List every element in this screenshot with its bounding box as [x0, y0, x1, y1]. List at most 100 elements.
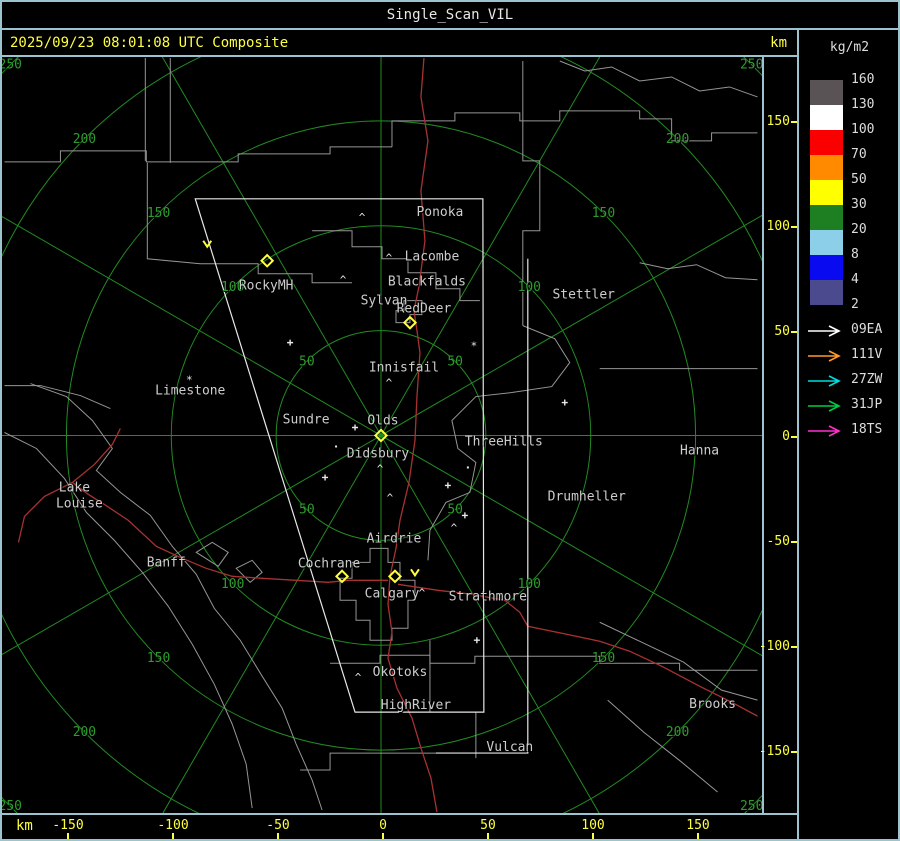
right-axis-label: 0	[782, 429, 790, 444]
city-label: Olds	[367, 414, 398, 429]
ring-label: 250	[2, 58, 22, 73]
bottom-axis-tick	[277, 833, 279, 839]
bottom-axis-tick	[67, 833, 69, 839]
legend-swatch	[810, 230, 843, 255]
station-arrow-icon	[808, 350, 841, 362]
ring-label: 50	[447, 354, 463, 369]
station-arrow-icon	[808, 400, 841, 412]
city-label: Calgary	[365, 586, 420, 601]
legend-swatch	[810, 80, 843, 105]
city-label: Louise	[56, 496, 103, 511]
bottom-axis-tick	[592, 833, 594, 839]
km-unit-top: km	[770, 34, 787, 51]
bottom-axis-label: 100	[581, 818, 605, 833]
ring-label: 50	[299, 503, 315, 518]
timestamp-bar: 2025/09/23 08:01:08 UTC Composite km	[2, 30, 797, 57]
title-bar: Single_Scan_VIL	[2, 2, 898, 30]
ring-label: 100	[221, 577, 244, 592]
station-label: 27ZW	[851, 372, 883, 387]
ring-label: 150	[147, 206, 170, 221]
legend-swatch	[810, 130, 843, 155]
legend-panel: kg/m2 160 130 100 70 50 30 20 8 4 2 09EA 111V 27ZW 31…	[797, 30, 898, 839]
bottom-axis: km -150 -100 -50 0 50 100 150	[2, 813, 797, 839]
right-axis-label: -150	[758, 744, 790, 759]
legend-value: 50	[851, 172, 867, 187]
legend-swatch	[810, 105, 843, 130]
ring-label: 50	[447, 503, 463, 518]
plus-marker	[561, 399, 568, 406]
city-label: Hanna	[680, 443, 719, 458]
city-label: Airdrie	[367, 531, 422, 546]
right-axis-label: 50	[774, 324, 790, 339]
city-label: Lacombe	[405, 250, 460, 265]
legend-swatch	[810, 205, 843, 230]
caret-marker: ^	[419, 586, 426, 599]
legend-swatch	[810, 180, 843, 205]
bottom-axis-tick	[697, 833, 699, 839]
ring-label: 200	[666, 132, 689, 147]
plus-marker	[352, 424, 359, 431]
plus-marker	[444, 482, 451, 489]
caret-marker: ^	[386, 252, 393, 265]
station-label: 18TS	[851, 422, 883, 437]
caret-marker: ^	[355, 671, 362, 684]
legend-value: 160	[851, 72, 875, 87]
station-label: 111V	[851, 347, 883, 362]
page-title: Single_Scan_VIL	[386, 7, 514, 23]
star-marker: *	[471, 340, 478, 353]
plus-marker	[322, 474, 329, 481]
ring-label: 150	[592, 651, 615, 666]
city-label: Innisfail	[369, 361, 439, 376]
right-axis-label: -100	[758, 639, 790, 654]
map-canvas[interactable]: 50 50 50 50 100 100 100 100 150 150 150 150 200 200 20…	[2, 57, 762, 813]
station-row: 111V	[799, 343, 898, 368]
right-axis-label: 150	[766, 114, 790, 129]
bottom-axis-label: -50	[266, 818, 290, 833]
km-unit-bottom: km	[16, 818, 33, 834]
bottom-axis-tick	[172, 833, 174, 839]
station-arrow-icon	[808, 375, 841, 387]
ring-label: 150	[147, 651, 170, 666]
caret-marker: ^	[451, 521, 458, 534]
city-label: RedDeer	[397, 302, 452, 317]
city-label: Didsbury	[347, 446, 410, 461]
city-label: Cochrane	[298, 556, 361, 571]
legend-title: kg/m2	[829, 40, 870, 55]
city-label: Okotoks	[373, 665, 428, 680]
ring-label: 150	[592, 206, 615, 221]
city-label: Strathmore	[449, 589, 527, 604]
legend-value: 4	[851, 272, 859, 287]
station-row: 18TS	[799, 418, 898, 443]
caret-marker: ^	[387, 491, 394, 504]
right-axis: 150 100 50 0 -50 -100 -150	[758, 57, 799, 813]
caret-marker: ^	[359, 211, 366, 224]
caret-marker: ^	[340, 274, 347, 287]
station-arrow-icon	[808, 425, 841, 437]
plus-marker	[287, 339, 294, 346]
bottom-axis-label: -150	[52, 818, 84, 833]
city-label: Lake	[59, 480, 90, 495]
legend-swatch	[810, 155, 843, 180]
ring-label: 250	[740, 58, 762, 73]
star-marker: *	[186, 374, 193, 387]
bottom-axis-label: -100	[157, 818, 189, 833]
station-row: 31JP	[799, 393, 898, 418]
station-label: 09EA	[851, 322, 883, 337]
station-row: 27ZW	[799, 368, 898, 393]
station-arrow-icon	[808, 325, 841, 337]
city-label: Drumheller	[548, 489, 626, 504]
city-label: Blackfalds	[388, 275, 466, 290]
legend-value: 20	[851, 222, 867, 237]
caret-marker: ^	[377, 462, 384, 475]
legend-value: 8	[851, 247, 859, 262]
legend-value: 30	[851, 197, 867, 212]
app-frame: Single_Scan_VIL 2025/09/23 08:01:08 UTC …	[0, 0, 900, 841]
timestamp-text: 2025/09/23 08:01:08 UTC Composite	[10, 34, 289, 51]
ring-label: 200	[73, 725, 96, 740]
bottom-axis-tick	[487, 833, 489, 839]
city-label: Sundre	[283, 413, 330, 428]
station-label: 31JP	[851, 397, 883, 412]
city-label: Ponoka	[416, 205, 463, 220]
legend-swatch	[810, 255, 843, 280]
bottom-axis-tick	[382, 833, 384, 839]
